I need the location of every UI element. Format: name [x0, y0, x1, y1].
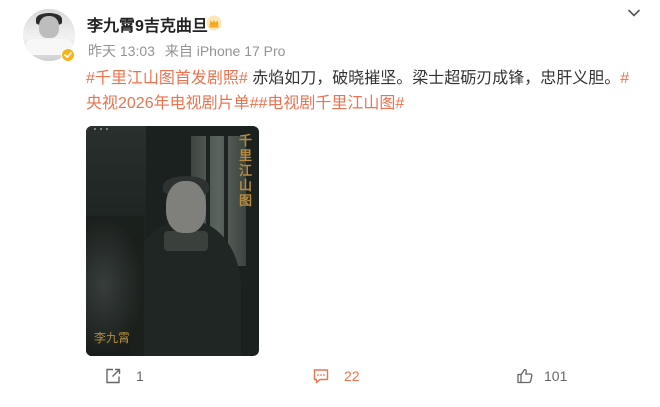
- like-button[interactable]: 101: [516, 367, 567, 385]
- post-image[interactable]: 千里江山图 李九霄: [86, 126, 259, 356]
- post-source: 来自 iPhone 17 Pro: [164, 43, 286, 59]
- comment-count: 22: [344, 368, 360, 384]
- repost-button[interactable]: 1: [104, 367, 144, 385]
- comment-icon: [313, 369, 329, 384]
- chevron-down-icon[interactable]: [627, 7, 641, 19]
- post-content: #千里江山图首发剧照# 赤焰如刀，破晓摧坚。梁士超砺刃成锋，忠肝义胆。#央视20…: [86, 66, 636, 116]
- post-meta: 昨天 13:03 来自 iPhone 17 Pro: [88, 41, 291, 61]
- hashtag-link[interactable]: #千里江山图首发剧照#: [86, 70, 248, 87]
- image-title-overlay: 千里江山图: [239, 134, 253, 209]
- comment-button[interactable]: 22: [312, 367, 360, 385]
- image-name-watermark: 李九霄: [94, 331, 131, 345]
- repost-icon: [106, 368, 121, 384]
- avatar[interactable]: [23, 9, 75, 62]
- username[interactable]: 李九霄9吉克曲旦: [87, 12, 208, 36]
- thumbs-up-icon: [517, 368, 533, 384]
- post-time[interactable]: 昨天 13:03: [88, 43, 155, 59]
- weibo-post: 李九霄9吉克曲旦 昨天 13:03 来自 iPhone 17 Pro #千里江山…: [0, 0, 660, 407]
- verified-badge-icon: [61, 48, 75, 62]
- repost-count: 1: [136, 368, 144, 384]
- like-count: 101: [544, 368, 568, 384]
- crown-icon: [206, 15, 222, 31]
- post-text: 赤焰如刀，破晓摧坚。梁士超砺刃成锋，忠肝义胆。: [247, 70, 621, 87]
- hashtag-link[interactable]: #电视剧千里江山图#: [259, 95, 405, 112]
